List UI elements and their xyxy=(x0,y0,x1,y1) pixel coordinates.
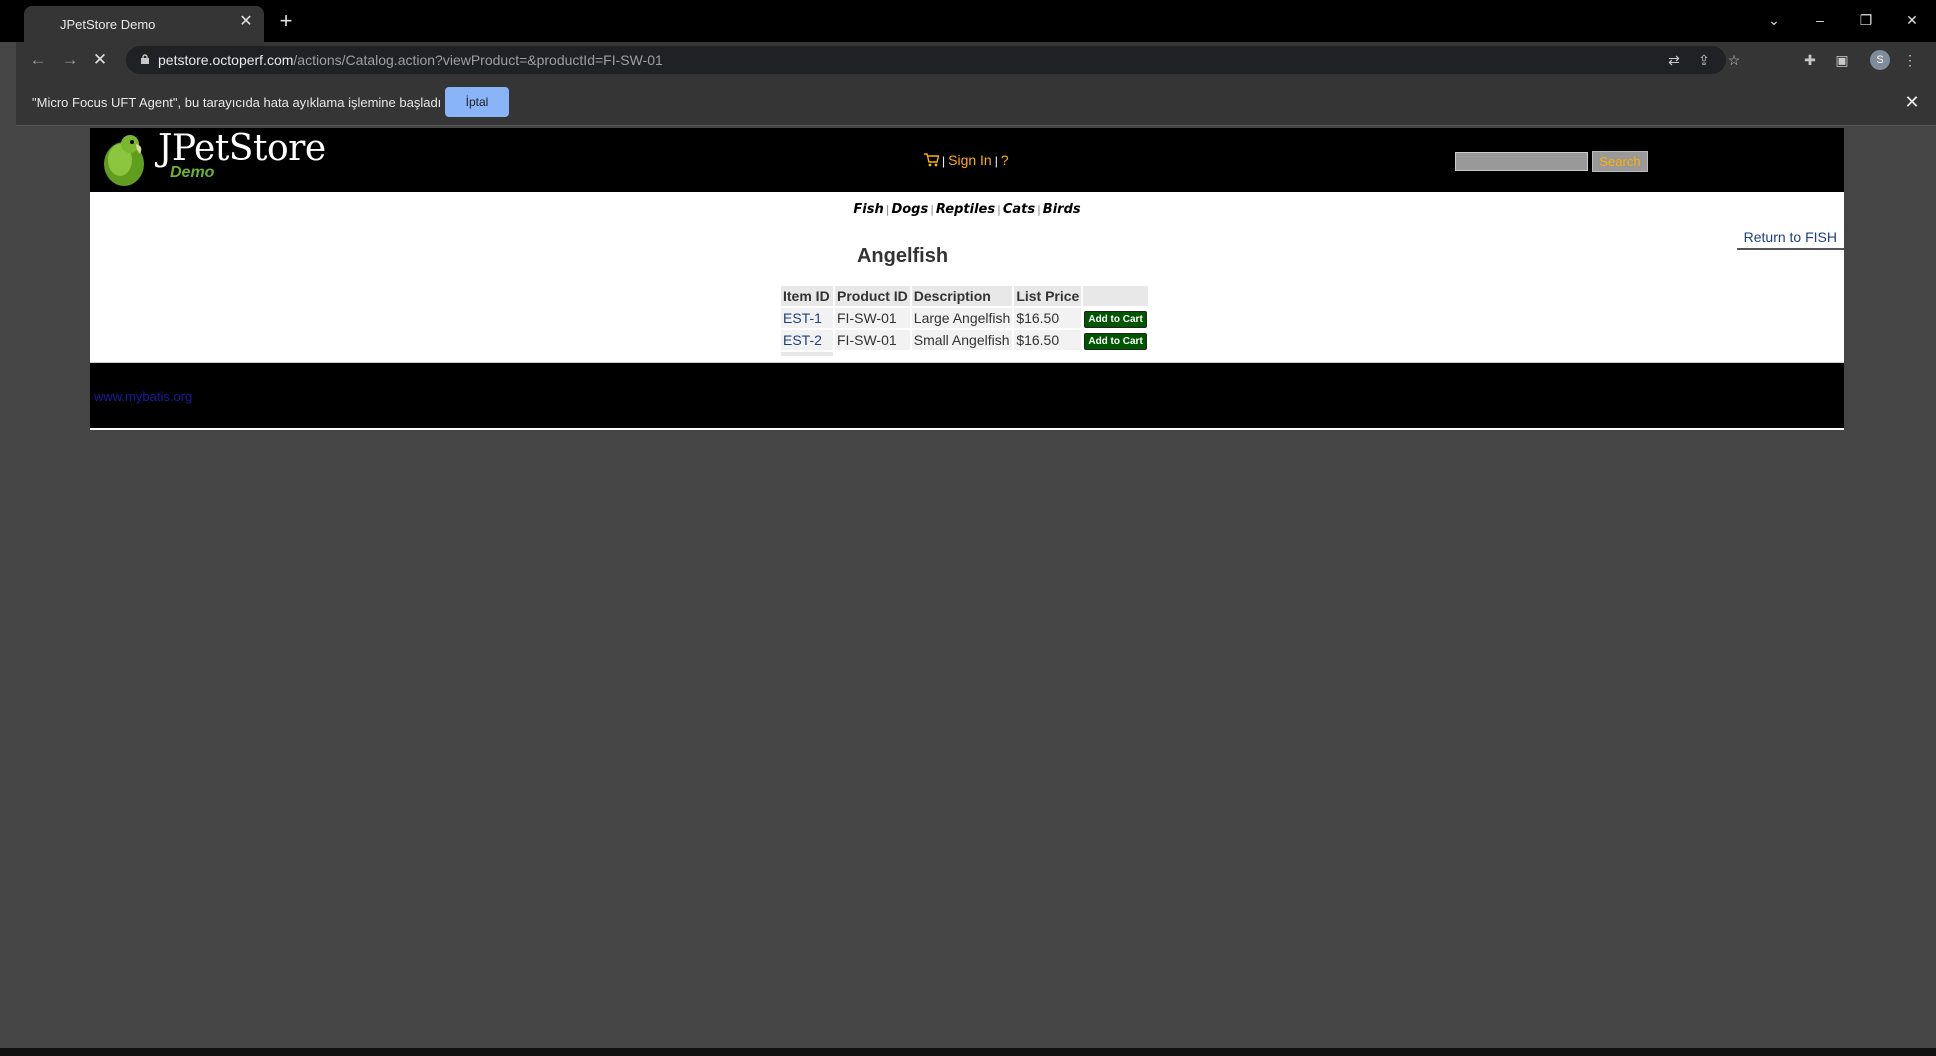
menu-separator: | xyxy=(942,154,946,168)
restore-icon[interactable]: ❐ xyxy=(1856,10,1876,30)
browser-titlebar: JPetStore Demo ✕ + ⌄ – ❐ ✕ xyxy=(0,0,1936,42)
tab-title: JPetStore Demo xyxy=(60,17,156,32)
product-id-cell: FI-SW-01 xyxy=(835,308,910,328)
table-header-row: Item ID Product ID Description List Pric… xyxy=(781,286,1148,306)
main-content: Fish | Dogs | Reptiles | Cats | Birds Return to … xyxy=(90,194,1844,362)
product-title: Angelfish xyxy=(856,245,949,267)
table-footer-row xyxy=(781,352,1148,356)
category-separator: | xyxy=(885,203,890,216)
table-footer-cell xyxy=(781,352,833,356)
infobar-message: "Micro Focus UFT Agent", bu tarayıcıda h… xyxy=(32,95,442,110)
search-input[interactable] xyxy=(1455,152,1588,171)
side-panel-icon[interactable]: ▣ xyxy=(1834,52,1850,68)
url-host: petstore.octoperf.com xyxy=(158,52,294,68)
new-tab-icon[interactable]: + xyxy=(276,10,296,32)
category-fish-link[interactable]: Fish xyxy=(853,202,883,217)
cart-icon[interactable] xyxy=(923,153,939,167)
item-id-link[interactable]: EST-2 xyxy=(781,330,833,350)
table-footer-bar xyxy=(781,352,833,356)
category-separator: | xyxy=(997,203,1001,216)
column-header xyxy=(1083,286,1148,306)
menu-kebab-icon[interactable]: ⋮ xyxy=(1902,52,1918,68)
forward-icon[interactable]: → xyxy=(60,50,80,70)
return-to-category-link[interactable]: Return to FISH xyxy=(1736,224,1844,250)
translate-icon[interactable]: ⇄ xyxy=(1666,52,1682,68)
category-separator: | xyxy=(930,203,934,216)
items-table: Item ID Product ID Description List Pric… xyxy=(779,284,1150,358)
share-icon[interactable]: ⇪ xyxy=(1696,52,1712,68)
parrot-logo-icon[interactable] xyxy=(100,130,148,188)
action-cell: Add to Cart xyxy=(1083,308,1148,328)
browser-toolbar: ← → ✕ petstore.octoperf.com/actions/Cata… xyxy=(16,42,1936,78)
infobar-close-icon[interactable]: ✕ xyxy=(1902,92,1922,112)
menu-separator: | xyxy=(994,154,998,168)
product-id-cell: FI-SW-01 xyxy=(835,330,910,350)
description-cell: Small Angelfish xyxy=(911,330,1013,350)
browser-tab[interactable]: JPetStore Demo ✕ xyxy=(24,6,264,42)
cancel-debug-button[interactable]: İptal xyxy=(445,87,509,117)
help-link[interactable]: ? xyxy=(1001,152,1009,168)
logo-title[interactable]: JPetStore xyxy=(158,128,326,169)
url-path: /actions/Catalog.action?viewProduct=&pro… xyxy=(293,52,663,68)
category-birds-link[interactable]: Birds xyxy=(1043,202,1081,217)
category-dogs-link[interactable]: Dogs xyxy=(891,202,928,217)
minimize-icon[interactable]: – xyxy=(1810,10,1830,30)
price-cell: $16.50 xyxy=(1014,308,1082,328)
profile-avatar[interactable]: S xyxy=(1870,50,1890,70)
sign-in-link[interactable]: Sign In xyxy=(948,152,992,168)
stop-loading-icon[interactable]: ✕ xyxy=(90,50,110,70)
item-id-link[interactable]: EST-1 xyxy=(781,308,833,328)
column-header: Product ID xyxy=(835,286,910,306)
table-row: EST-1 FI-SW-01 Large Angelfish $16.50 Ad… xyxy=(781,308,1148,328)
close-window-icon[interactable]: ✕ xyxy=(1902,10,1922,30)
header-menu: | Sign In |? xyxy=(923,152,1009,168)
table-row: EST-2 FI-SW-01 Small Angelfish $16.50 Ad… xyxy=(781,330,1148,350)
site-header: JPetStore Demo | Sign In |? Search xyxy=(90,128,1844,194)
tab-search-icon[interactable]: ⌄ xyxy=(1764,10,1784,30)
logo-subtitle: Demo xyxy=(170,164,215,181)
column-header: Item ID xyxy=(781,286,833,306)
add-to-cart-button[interactable]: Add to Cart xyxy=(1084,332,1147,350)
category-separator: | xyxy=(1037,203,1041,216)
petstore-page: JPetStore Demo | Sign In |? Search Fish | Do… xyxy=(90,128,1844,430)
extensions-icon[interactable]: ✚ xyxy=(1802,52,1818,68)
column-header: List Price xyxy=(1014,286,1082,306)
debugging-infobar: "Micro Focus UFT Agent", bu tarayıcıda h… xyxy=(16,78,1936,126)
search-button[interactable]: Search xyxy=(1592,151,1648,172)
lock-icon xyxy=(141,54,149,64)
back-icon[interactable]: ← xyxy=(28,50,48,70)
price-cell: $16.50 xyxy=(1014,330,1082,350)
url-text: petstore.octoperf.com/actions/Catalog.ac… xyxy=(158,52,663,68)
os-taskbar xyxy=(0,1048,1936,1056)
bookmark-star-icon[interactable]: ☆ xyxy=(1726,52,1742,68)
mybatis-link[interactable]: www.mybatis.org xyxy=(94,389,192,404)
category-cats-link[interactable]: Cats xyxy=(1003,202,1035,217)
address-bar[interactable]: petstore.octoperf.com/actions/Catalog.ac… xyxy=(126,46,1740,74)
site-footer: www.mybatis.org xyxy=(90,362,1844,430)
category-nav: Fish | Dogs | Reptiles | Cats | Birds xyxy=(90,202,1844,217)
column-header: Description xyxy=(911,286,1013,306)
add-to-cart-button[interactable]: Add to Cart xyxy=(1084,310,1147,328)
category-reptiles-link[interactable]: Reptiles xyxy=(936,202,995,217)
description-cell: Large Angelfish xyxy=(911,308,1013,328)
tab-close-icon[interactable]: ✕ xyxy=(236,12,256,32)
action-cell: Add to Cart xyxy=(1083,330,1148,350)
